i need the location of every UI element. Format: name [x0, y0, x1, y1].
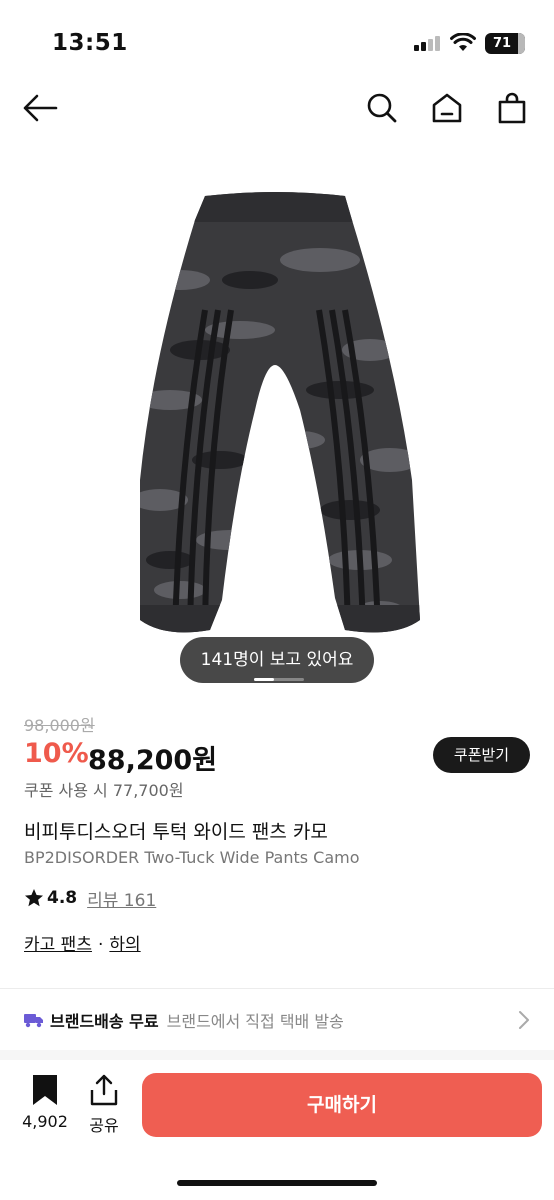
truck-icon	[24, 1014, 43, 1028]
share-button[interactable]: 공유	[84, 1074, 124, 1136]
share-label: 공유	[89, 1116, 119, 1135]
search-icon	[367, 93, 397, 123]
top-nav	[0, 80, 554, 136]
viewers-badge: 141명이 보고 있어요	[180, 637, 374, 683]
sale-price: 88,200원	[88, 745, 218, 776]
buy-button[interactable]: 구매하기	[142, 1073, 542, 1137]
category-breadcrumb: 카고 팬츠 · 하의	[24, 930, 141, 955]
shipping-info-row[interactable]: 브랜드배송 무료 브랜드에서 직접 택배 발송	[24, 1006, 530, 1034]
product-title: 비피투디스오더 투턱 와이드 팬츠 카모	[24, 821, 328, 843]
status-bar: 13:51 71	[0, 0, 554, 80]
shopping-bag-icon	[498, 92, 526, 124]
shipping-label: 브랜드배송 무료	[50, 1012, 159, 1031]
battery-level: 71	[492, 36, 512, 51]
discount-rate: 10%	[24, 738, 89, 769]
image-pager-thumb	[254, 678, 274, 681]
category-separator: ·	[97, 935, 104, 955]
search-button[interactable]	[362, 88, 402, 128]
category-bottoms[interactable]: 하의	[109, 935, 140, 955]
home-icon	[432, 93, 462, 123]
home-button[interactable]	[427, 88, 467, 128]
shipping-description: 브랜드에서 직접 택배 발송	[166, 1012, 344, 1031]
bottom-action-bar: 4,902 공유 구매하기	[0, 1060, 554, 1200]
product-image[interactable]	[0, 160, 554, 690]
review-count-link[interactable]: 리뷰 161	[87, 886, 156, 911]
divider	[0, 988, 554, 989]
section-spacer	[0, 1050, 554, 1060]
back-button[interactable]	[20, 88, 60, 128]
battery-icon: 71	[485, 33, 525, 54]
cart-button[interactable]	[492, 88, 532, 128]
wifi-icon	[450, 33, 476, 51]
share-icon	[90, 1074, 118, 1106]
image-pager	[254, 678, 304, 681]
rating-value: 4.8	[47, 888, 78, 908]
camo-pants-image	[140, 192, 420, 633]
chevron-right-icon	[519, 1011, 529, 1029]
product-title-english: BP2DISORDER Two-Tuck Wide Pants Camo	[24, 848, 360, 867]
status-time: 13:51	[52, 30, 128, 56]
category-cargo-pants[interactable]: 카고 팬츠	[24, 935, 92, 955]
coupon-price: 쿠폰 사용 시 77,700원	[24, 781, 184, 800]
home-indicator	[177, 1180, 377, 1186]
bookmark-icon	[33, 1075, 57, 1105]
save-count: 4,902	[22, 1112, 68, 1131]
cellular-signal-icon	[414, 35, 442, 51]
rating-row: 4.8 리뷰 161	[24, 886, 156, 911]
get-coupon-button[interactable]: 쿠폰받기	[433, 737, 530, 773]
star-icon	[25, 889, 43, 907]
save-button[interactable]: 4,902	[18, 1074, 72, 1131]
arrow-left-icon	[23, 94, 58, 122]
original-price: 98,000원	[24, 716, 95, 735]
